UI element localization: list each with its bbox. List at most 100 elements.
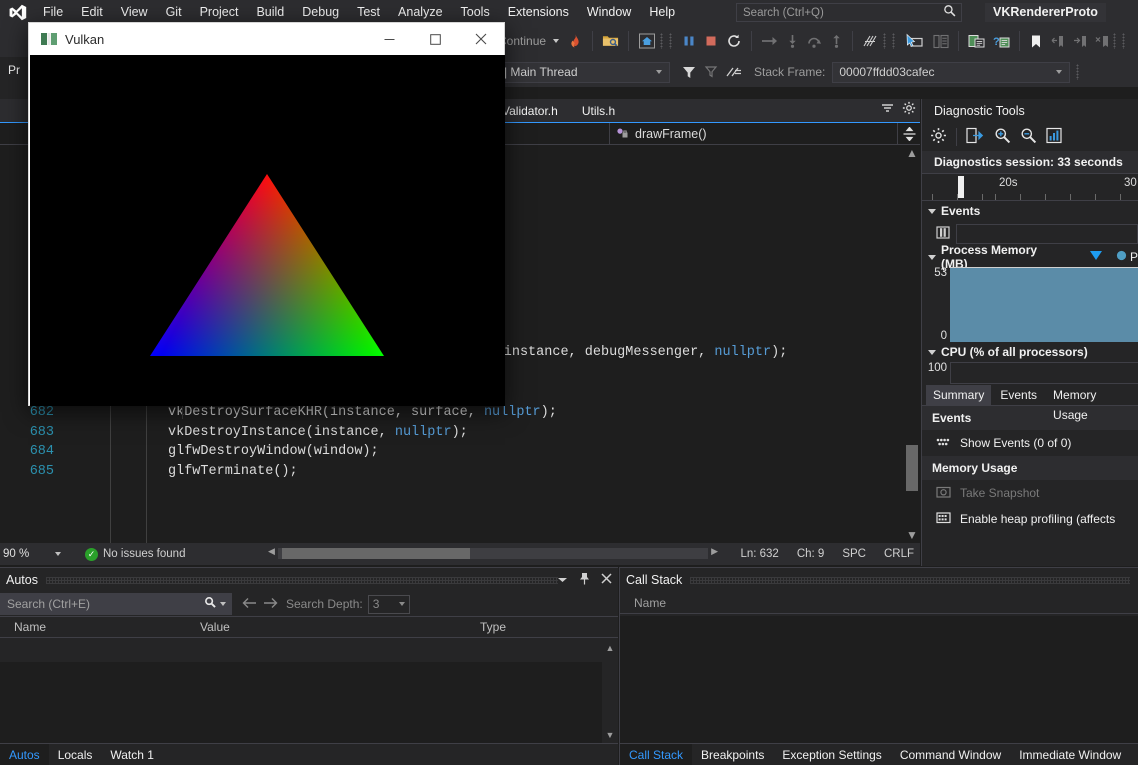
scroll-left-icon[interactable]: ◀ xyxy=(268,546,275,557)
chart-icon[interactable] xyxy=(1046,127,1063,147)
zoom-level-selector[interactable]: 90 % xyxy=(3,545,67,563)
search-depth-input[interactable]: 3 xyxy=(367,594,410,614)
menu-item-extensions[interactable]: Extensions xyxy=(499,0,578,25)
editor-vertical-scrollbar[interactable]: ▲ ▼ xyxy=(904,145,920,543)
bookmark-clear-icon[interactable] xyxy=(1091,29,1113,53)
tab-call-stack[interactable]: Call Stack xyxy=(620,743,693,765)
window-green-icon[interactable] xyxy=(964,29,989,53)
pin-icon[interactable] xyxy=(579,572,590,588)
step-into-icon[interactable] xyxy=(782,29,803,53)
diagnostics-tab-memory-usage[interactable]: Memory Usage xyxy=(1046,385,1138,422)
window-help-icon[interactable]: ? xyxy=(989,29,1014,53)
scroll-down-icon[interactable]: ▼ xyxy=(602,727,618,743)
issues-status[interactable]: ✓ No issues found xyxy=(85,547,185,561)
diagnostics-tab-events[interactable]: Events xyxy=(993,385,1044,405)
nav-member-selector[interactable]: drawFrame() xyxy=(610,122,898,145)
menu-item-window[interactable]: Window xyxy=(578,0,640,25)
tab-autos[interactable]: Autos xyxy=(0,743,49,765)
arrow-right-icon[interactable] xyxy=(263,597,278,612)
tab-command-window[interactable]: Command Window xyxy=(891,744,1010,765)
split-view-icon[interactable] xyxy=(898,126,920,141)
zoom-out-icon[interactable] xyxy=(1020,127,1037,147)
zoom-in-icon[interactable] xyxy=(994,127,1011,147)
toolbar-grip-1[interactable] xyxy=(669,29,678,53)
scroll-right-icon[interactable]: ▶ xyxy=(711,546,718,557)
thread-selector[interactable]: 3] Main Thread xyxy=(490,61,670,83)
gear-icon[interactable] xyxy=(902,101,916,118)
autos-scrollbar[interactable]: ▲ ▼ xyxy=(602,640,618,743)
toolbar-overflow-3[interactable] xyxy=(1113,29,1122,53)
tab-watch-1[interactable]: Watch 1 xyxy=(101,744,163,765)
stop-icon[interactable] xyxy=(700,29,722,53)
enable-heap-profiling-row[interactable]: Enable heap profiling (affects xyxy=(922,506,1138,532)
scroll-down-icon[interactable]: ▼ xyxy=(904,527,920,543)
eol-indicator[interactable]: CRLF xyxy=(884,548,914,560)
filter-flag-icon[interactable] xyxy=(700,60,722,84)
cpu-section-header[interactable]: CPU (% of all processors) xyxy=(922,342,1138,362)
document-tab-utils[interactable]: Utils.h xyxy=(569,99,628,123)
bookmark-icon[interactable] xyxy=(1025,29,1047,53)
events-section-header[interactable]: Events xyxy=(922,201,1138,221)
restart-icon[interactable] xyxy=(722,29,746,53)
toolbar-overflow-1[interactable] xyxy=(660,29,669,53)
close-icon[interactable] xyxy=(601,573,612,587)
toolbar-overflow-2[interactable] xyxy=(883,29,892,53)
vulkan-application-window[interactable]: Vulkan xyxy=(28,22,505,406)
autos-grid-body[interactable] xyxy=(0,662,602,743)
process-memory-section-header[interactable]: Process Memory (MB) P xyxy=(922,243,1138,271)
take-snapshot-row[interactable]: Take Snapshot xyxy=(922,480,1138,506)
diagnostics-tab-summary[interactable]: Summary xyxy=(926,384,992,405)
debugbar-overflow[interactable] xyxy=(1076,60,1085,84)
toolbar-grip-3[interactable] xyxy=(1122,29,1131,53)
cpu-graph[interactable]: 100 xyxy=(922,362,1138,384)
tab-exception-settings[interactable]: Exception Settings xyxy=(773,744,890,765)
maximize-icon[interactable] xyxy=(412,23,458,55)
step-over-icon[interactable] xyxy=(803,29,826,53)
export-icon[interactable] xyxy=(966,127,985,147)
home-icon[interactable] xyxy=(634,29,660,53)
minimize-icon[interactable] xyxy=(366,23,412,55)
editor-horizontal-scrollbar[interactable]: ◀ ▶ xyxy=(268,546,718,561)
parallel-stacks-icon[interactable] xyxy=(722,60,746,84)
arrow-right-icon[interactable] xyxy=(757,29,782,53)
code-line[interactable]: 684 glfwDestroyWindow(window); xyxy=(0,442,920,462)
close-icon[interactable] xyxy=(458,23,504,55)
chevron-down-icon[interactable] xyxy=(557,573,568,587)
horizontal-scroll-thumb[interactable] xyxy=(282,548,470,559)
show-il-icon[interactable] xyxy=(858,29,883,53)
step-out-icon[interactable] xyxy=(826,29,847,53)
chevron-down-icon[interactable] xyxy=(553,39,560,43)
show-events-row[interactable]: Show Events (0 of 0) xyxy=(922,430,1138,456)
settings-gear-icon[interactable] xyxy=(930,127,947,147)
scroll-up-icon[interactable]: ▲ xyxy=(904,145,920,161)
layout-icon[interactable] xyxy=(929,29,953,53)
code-line[interactable]: 683 vkDestroyInstance(instance, nullptr); xyxy=(0,422,920,442)
chevron-down-icon[interactable] xyxy=(220,602,226,606)
chevron-down-icon[interactable] xyxy=(881,103,894,117)
tab-breakpoints[interactable]: Breakpoints xyxy=(692,744,773,765)
vertical-scroll-thumb[interactable] xyxy=(906,445,918,491)
bookmark-next-icon[interactable] xyxy=(1069,29,1091,53)
autos-search-input[interactable]: Search (Ctrl+E) xyxy=(0,593,232,615)
call-stack-grid-body[interactable] xyxy=(620,616,1138,743)
code-line[interactable]: 685 glfwTerminate(); xyxy=(0,462,920,482)
toolbar-grip-2[interactable] xyxy=(892,29,901,53)
vulkan-title-bar[interactable]: Vulkan xyxy=(29,23,504,55)
open-folder-icon[interactable] xyxy=(598,29,623,53)
timeline-cursor[interactable] xyxy=(958,176,964,198)
spaces-indicator[interactable]: SPC xyxy=(842,548,866,560)
menu-item-help[interactable]: Help xyxy=(640,0,684,25)
quick-search-input[interactable]: Search (Ctrl+Q) xyxy=(736,3,962,22)
arrow-left-icon[interactable] xyxy=(242,597,257,612)
tab-locals[interactable]: Locals xyxy=(49,744,102,765)
hot-reload-icon[interactable] xyxy=(563,29,587,53)
filter-icon[interactable] xyxy=(678,60,700,84)
pause-icon[interactable] xyxy=(678,29,700,53)
scroll-up-icon[interactable]: ▲ xyxy=(602,640,618,656)
select-element-icon[interactable] xyxy=(901,29,929,53)
bookmark-prev-icon[interactable] xyxy=(1047,29,1069,53)
process-memory-graph[interactable]: 53 0 xyxy=(922,267,1138,342)
stack-frame-selector[interactable]: 00007ffdd03cafec xyxy=(832,61,1071,83)
diagnostics-timeline[interactable]: 20s 30 xyxy=(922,173,1138,201)
tab-immediate-window[interactable]: Immediate Window xyxy=(1010,744,1130,765)
